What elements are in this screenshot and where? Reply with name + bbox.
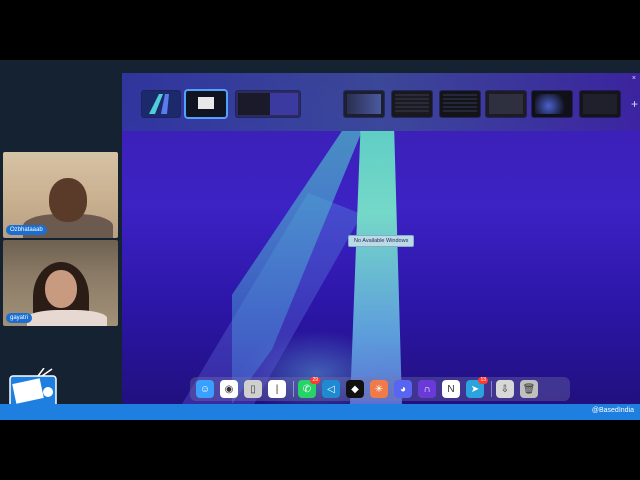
wallpaper-light-beam (350, 131, 402, 404)
mission-control-spaces-bar: × + (122, 73, 640, 131)
close-icon[interactable]: × (632, 75, 636, 82)
dock-separator (293, 381, 294, 397)
space-thumbnail[interactable] (236, 91, 300, 117)
finder-icon[interactable]: ☺ (196, 380, 214, 398)
shared-screen: × + No Available Windows ☺ ◉ ▯ | ✆ 29 ◁ ◆ ✳ ◕ ∩ N ➤ 1… (122, 73, 640, 404)
participant-video: Ozbhataaab (3, 152, 118, 238)
person-head (49, 178, 87, 222)
telegram-icon[interactable]: ➤ 13 (466, 377, 488, 398)
space-thumbnail[interactable] (142, 91, 180, 117)
claude-icon[interactable]: ✳ (370, 380, 388, 398)
space-thumbnail[interactable] (344, 91, 384, 117)
stream-bottom-bar: @BasedIndia (0, 404, 640, 420)
participants-column: Ozbhataaab gayatri (0, 60, 122, 420)
person-head (45, 270, 77, 308)
space-thumbnail[interactable] (532, 91, 572, 117)
wallpaper-thumb-icon (149, 94, 169, 114)
space-thumbnail[interactable] (580, 91, 620, 117)
add-space-button[interactable]: + (631, 97, 638, 111)
no-windows-label: No Available Windows (348, 235, 415, 247)
downloads-icon[interactable]: ⇩ (496, 380, 514, 398)
dock-separator (491, 381, 492, 397)
notification-badge: 29 (310, 377, 320, 384)
participant-name: gayatri (6, 313, 33, 323)
space-thumbnail[interactable] (392, 91, 432, 117)
simulator-icon[interactable]: ▯ (244, 380, 262, 398)
discord-icon[interactable]: ◕ (394, 380, 412, 398)
chrome-icon[interactable]: ◉ (220, 380, 238, 398)
social-handle: @BasedIndia (591, 407, 634, 414)
wallpaper-wave (232, 131, 362, 404)
obs-icon[interactable]: ∩ (418, 380, 436, 398)
space-thumbnail-active[interactable] (186, 91, 226, 117)
notification-badge: 13 (478, 377, 488, 384)
participant-video: gayatri (3, 240, 118, 326)
person-body (27, 310, 107, 326)
whatsapp-icon[interactable]: ✆ 29 (298, 377, 320, 398)
participant-name: Ozbhataaab (6, 225, 47, 235)
notes-icon[interactable]: | (268, 380, 286, 398)
notion-icon[interactable]: N (442, 380, 460, 398)
space-thumbnail[interactable] (440, 91, 480, 117)
space-thumbnail[interactable] (486, 91, 526, 117)
vscode-icon[interactable]: ◁ (322, 380, 340, 398)
dock: ☺ ◉ ▯ | ✆ 29 ◁ ◆ ✳ ◕ ∩ N ➤ 13 ⇩ 🗑 (190, 377, 570, 401)
trash-icon[interactable]: 🗑 (520, 380, 538, 398)
unity-icon[interactable]: ◆ (346, 380, 364, 398)
stream-stage: Ozbhataaab gayatri × + No Available Wind… (0, 60, 640, 420)
